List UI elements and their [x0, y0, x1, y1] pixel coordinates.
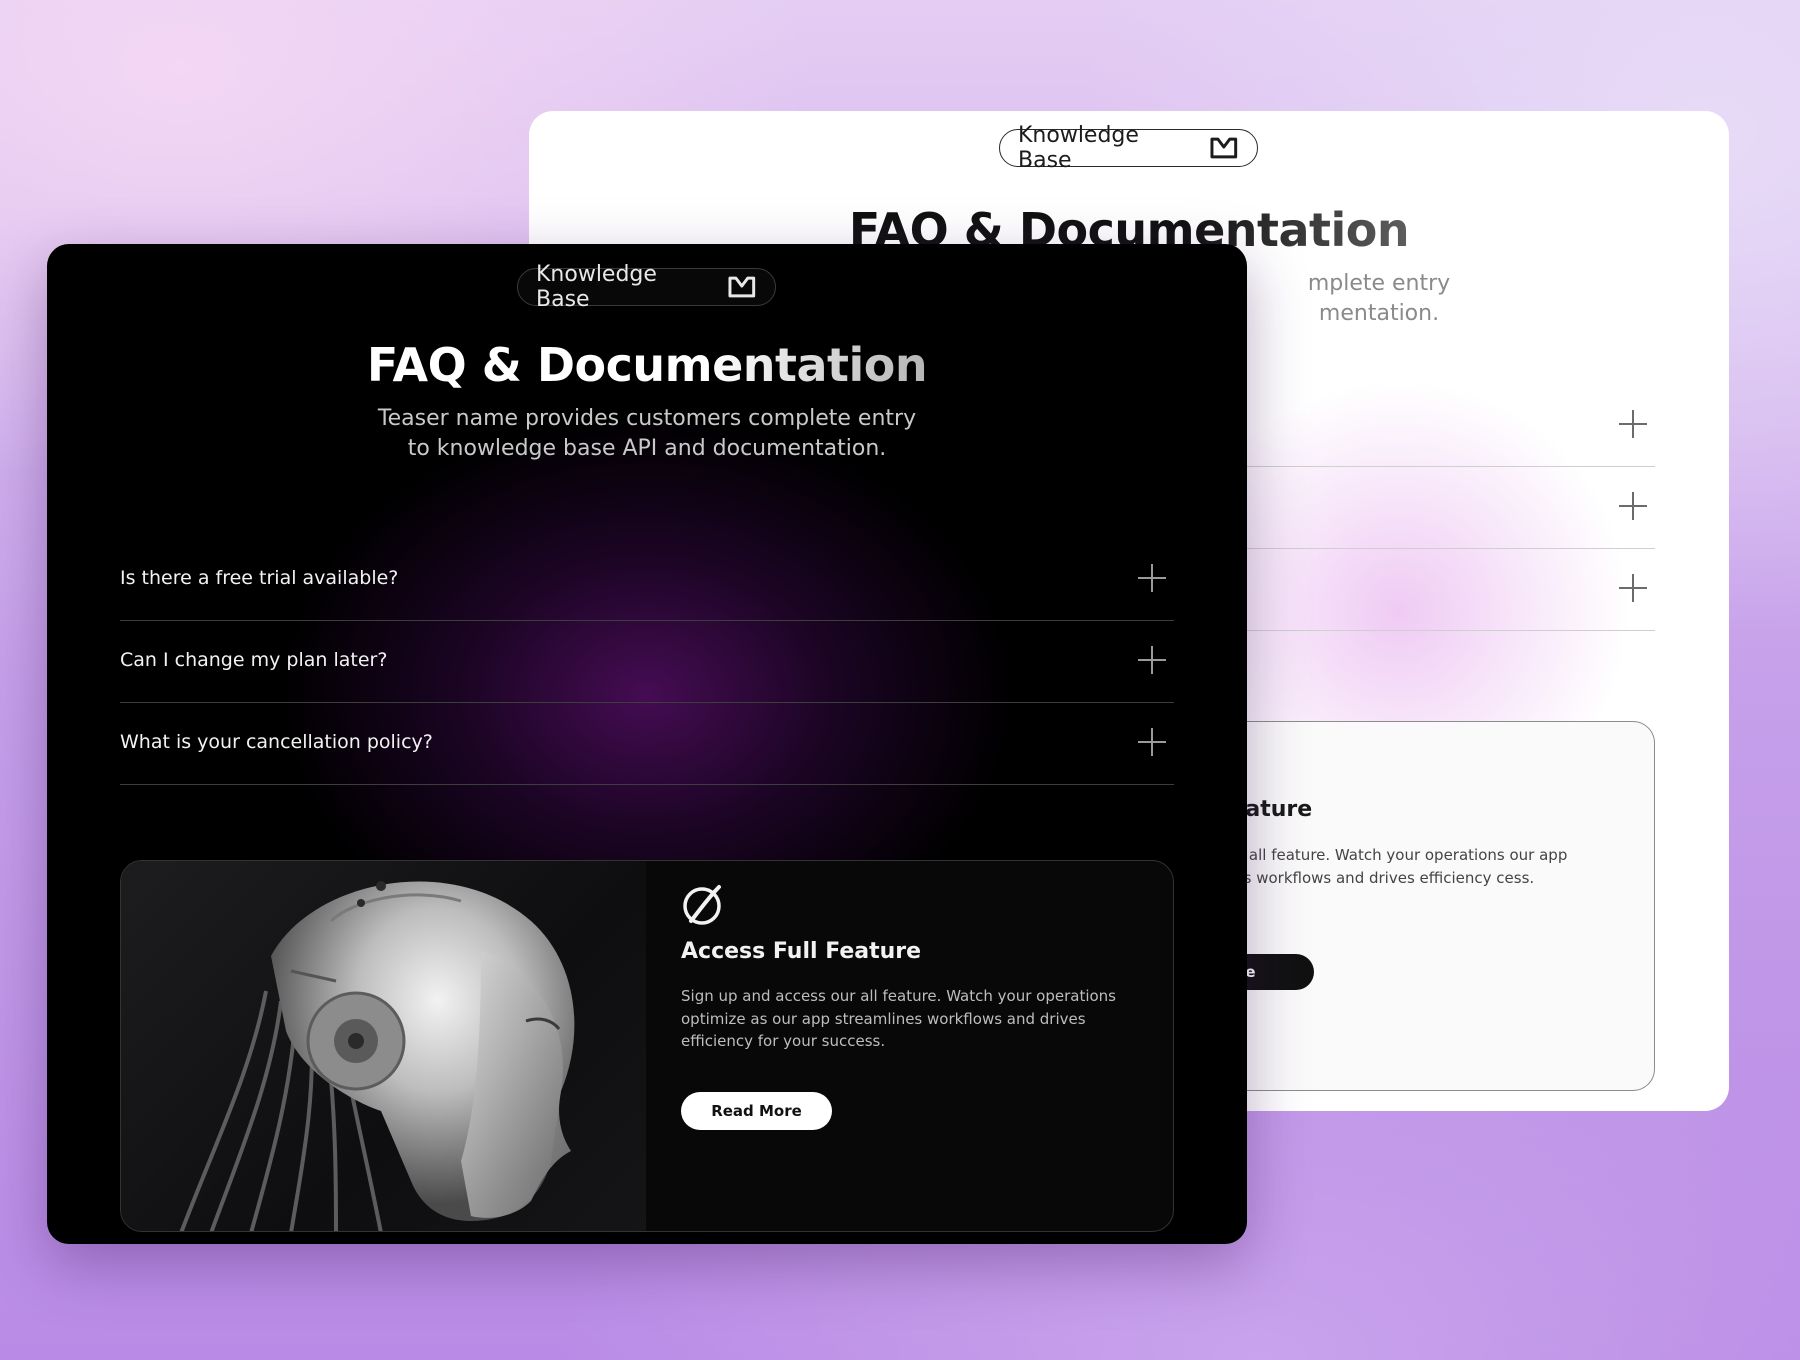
faq-item-change-plan[interactable]: Can I change my plan later? — [120, 620, 1174, 703]
faq-question: Can I change my plan later? — [120, 649, 388, 671]
plus-icon[interactable] — [1138, 564, 1166, 592]
plus-icon[interactable] — [1138, 728, 1166, 756]
robot-illustration — [179, 881, 575, 1231]
badge-label: Knowledge Base — [1018, 123, 1139, 173]
slashed-circle-logo-icon — [683, 885, 721, 925]
page-subtitle: Teaser name provides customers complete … — [377, 406, 917, 461]
book-icon — [1210, 137, 1238, 159]
faq-question: Is there a free trial available? — [120, 567, 399, 589]
read-more-button[interactable]: Read More — [681, 1092, 832, 1130]
plus-icon[interactable] — [1619, 574, 1647, 602]
badge-label: Knowledge Base — [536, 262, 657, 312]
knowledge-base-badge: Knowledge Base — [999, 123, 1258, 173]
faq-question: What is your cancellation policy? — [120, 731, 433, 753]
faq-item-free-trial[interactable]: Is there a free trial available? — [120, 538, 1174, 621]
plus-icon[interactable] — [1619, 492, 1647, 520]
dark-theme-card: Knowledge Base FAQ & Documentation Tease… — [47, 244, 1247, 1244]
feature-card: Access Full Feature Sign up and access o… — [120, 860, 1174, 1232]
plus-icon[interactable] — [1138, 646, 1166, 674]
book-icon — [728, 276, 756, 298]
robot-head-image — [121, 861, 646, 1231]
faq-item-cancellation[interactable]: What is your cancellation policy? — [120, 702, 1174, 785]
page-title: FAQ & Documentation — [47, 338, 1247, 392]
feature-description: Sign up and access our all feature. Watc… — [681, 987, 1116, 1050]
knowledge-base-badge: Knowledge Base — [517, 262, 776, 312]
feature-title: Access Full Feature — [681, 939, 922, 964]
plus-icon[interactable] — [1619, 410, 1647, 438]
